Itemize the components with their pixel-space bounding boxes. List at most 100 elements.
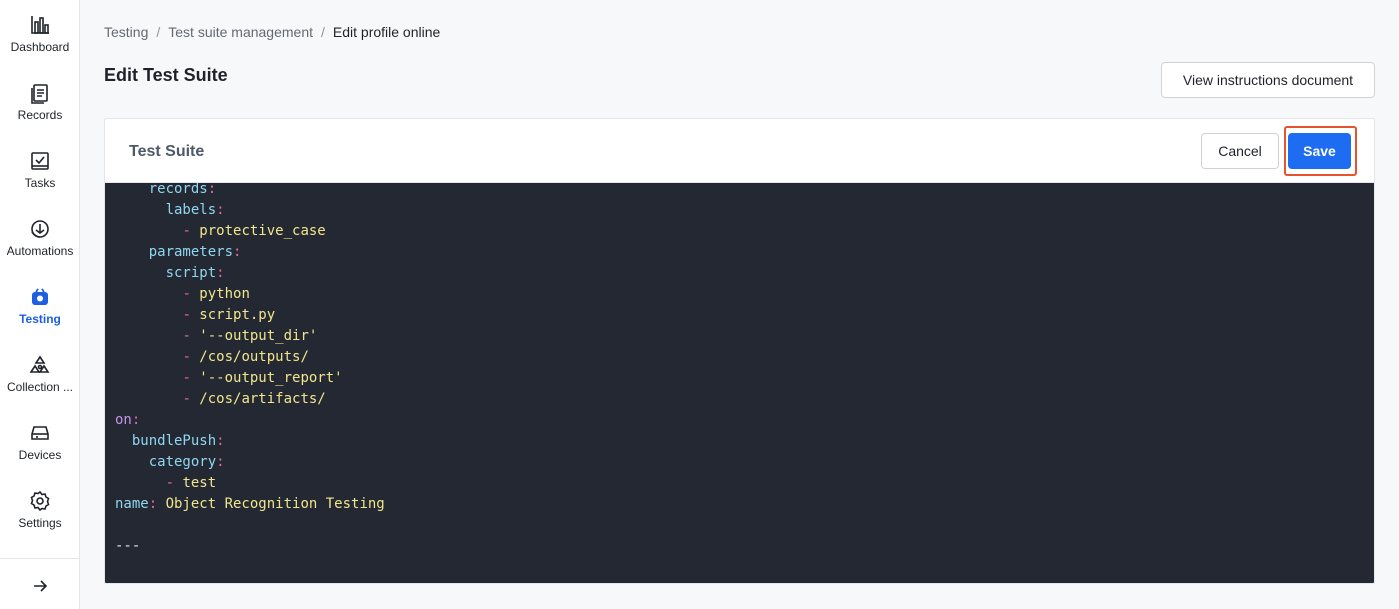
view-instructions-button[interactable]: View instructions document [1161,62,1375,98]
code-token: : [233,244,242,260]
code-token: Object Recognition Testing [165,496,385,512]
code-token: records [148,183,208,197]
gear-icon [30,490,50,512]
testing-icon [32,288,48,305]
tasks-icon [31,152,49,170]
sidebar-item-label: Testing [19,312,61,326]
code-token: - [182,286,200,302]
code-token: name [115,496,149,512]
code-token: '--output_report' [199,370,343,386]
code-token: script [165,265,217,281]
sidebar-item-settings[interactable]: Settings [0,490,80,550]
code-token: - [182,328,200,344]
code-token: : [216,433,225,449]
code-line: - python [115,284,385,305]
page-title: Edit Test Suite [104,65,228,85]
code-line: - protective_case [115,221,385,242]
sidebar-collapse-button[interactable] [28,575,52,597]
code-token: - [182,223,200,239]
breadcrumb-item-testing[interactable]: Testing [104,24,148,40]
code-token: '--output_dir' [199,328,318,344]
automations-icon [31,220,49,238]
sidebar-item-testing[interactable]: Testing [0,286,80,346]
sidebar: Dashboard Records Tasks Automations Test… [0,0,80,609]
code-token: - [182,307,200,323]
sidebar-item-dashboard[interactable]: Dashboard [0,14,80,74]
code-line: - /cos/artifacts/ [115,389,385,410]
sidebar-item-records[interactable]: Records [0,82,80,142]
code-token: : [216,202,225,218]
sidebar-item-label: Dashboard [10,40,70,54]
code-line: labels: [115,200,385,221]
code-token: parameters [148,244,234,260]
sidebar-item-label: Settings [18,516,62,530]
code-token: : [216,265,225,281]
sidebar-item-tasks[interactable]: Tasks [0,150,80,210]
code-token: category [148,454,217,470]
code-editor[interactable]: records: labels: - protective_case param… [105,183,1374,583]
code-token: : [207,183,217,197]
code-line: name: Object Recognition Testing [115,494,385,515]
code-token: : [131,412,141,428]
code-line: --- [115,536,385,557]
test-suite-card: Test Suite Cancel Save records: labels: … [104,118,1375,584]
sidebar-item-label: Records [17,108,63,122]
cancel-button[interactable]: Cancel [1201,133,1279,169]
sidebar-item-collection[interactable]: Collection ... [0,354,80,414]
code-line: - '--output_report' [115,368,385,389]
code-token: test [182,475,217,491]
arrow-right-icon [34,580,48,592]
code-lines: records: labels: - protective_case param… [115,183,385,578]
save-button[interactable]: Save [1288,133,1351,169]
code-token: - [182,370,200,386]
code-line: records: [115,183,385,200]
code-token: - [182,349,200,365]
records-icon [31,84,48,104]
sidebar-item-label: Devices [18,448,62,462]
code-token: : [148,496,166,512]
breadcrumb-separator: / [156,24,161,40]
code-token: : [216,454,225,470]
code-line: category: [115,452,385,473]
code-token: labels [165,202,217,218]
code-token: protective_case [199,223,326,239]
code-token: bundlePush [131,433,217,449]
sidebar-item-automations[interactable]: Automations [0,218,80,278]
breadcrumb-item-test-suite-management[interactable]: Test suite management [168,24,313,40]
code-token: on [115,412,132,428]
code-token: python [199,286,250,302]
code-line: bundlePush: [115,431,385,452]
code-line: - script.py [115,305,385,326]
breadcrumb-separator: / [321,24,325,40]
collection-icon [29,355,50,373]
sidebar-item-devices[interactable]: Devices [0,422,80,482]
sidebar-item-label: Collection ... [6,380,74,394]
card-header: Test Suite Cancel Save [105,119,1374,183]
code-line: script: [115,263,385,284]
code-line: - '--output_dir' [115,326,385,347]
code-line: - /cos/outputs/ [115,347,385,368]
code-token: script.py [199,307,276,323]
code-token: /cos/artifacts/ [199,391,326,407]
code-token: - [182,391,200,407]
code-line: - test [115,473,385,494]
sidebar-divider [0,558,80,559]
sidebar-item-label: Automations [6,244,74,258]
bar-chart-icon [31,16,49,34]
code-token: --- [115,538,141,554]
